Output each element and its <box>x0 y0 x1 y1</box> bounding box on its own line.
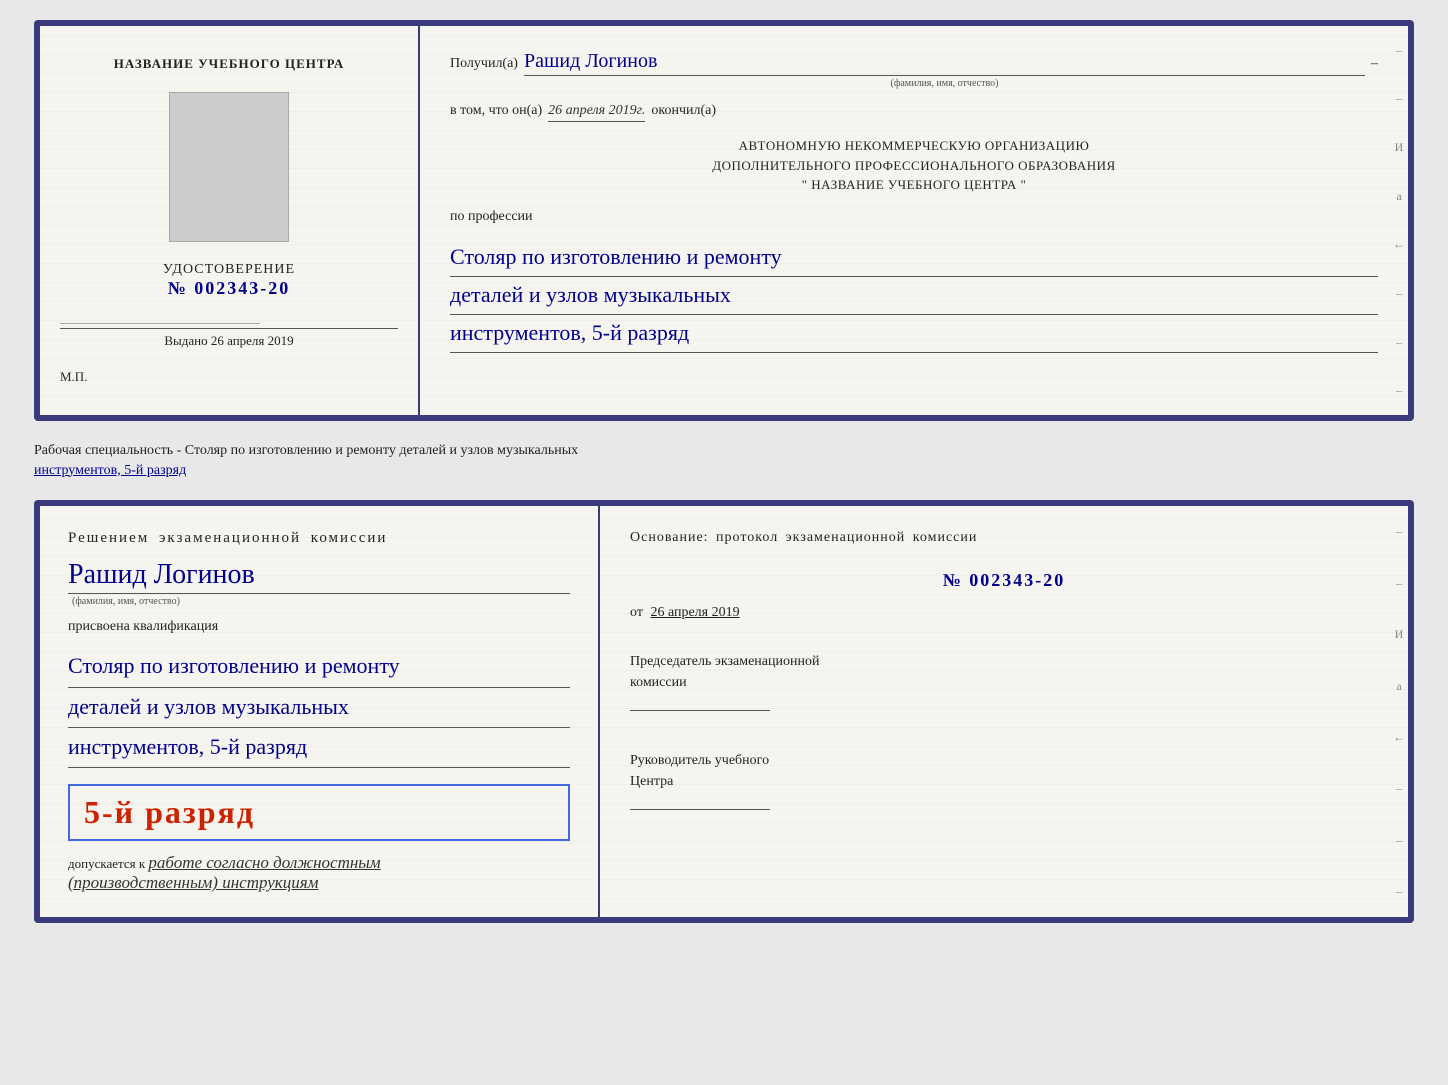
bottom-side-marks: – – И а ← – – – <box>1390 506 1408 917</box>
side-mark-1: – <box>1396 43 1402 58</box>
side-mark-4: а <box>1396 189 1401 204</box>
profession-line2: деталей и узлов музыкальных <box>450 277 1378 315</box>
udostoverenie-block: УДОСТОВЕРЕНИЕ № 002343-20 <box>163 262 295 299</box>
org-block: АВТОНОМНУЮ НЕКОММЕРЧЕСКУЮ ОРГАНИЗАЦИЮ ДО… <box>450 136 1378 195</box>
ot-date: 26 апреля 2019 <box>650 605 739 620</box>
top-cert-right: Получил(а) Рашид Логинов (фамилия, имя, … <box>420 26 1408 415</box>
rukovoditel-block: Руководитель учебного Центра <box>630 750 1378 815</box>
resheniem-label: Решением экзаменационной комиссии <box>68 530 570 547</box>
recipient-line: Получил(а) Рашид Логинов (фамилия, имя, … <box>450 50 1378 89</box>
vtom-label: в том, что он(а) <box>450 103 542 119</box>
vydano-date: 26 апреля 2019 <box>211 333 294 348</box>
grade-text: 5-й разряд <box>84 794 554 831</box>
vtom-date: 26 апреля 2019г. <box>548 103 645 122</box>
profession-text: Столяр по изготовлению и ремонту деталей… <box>450 239 1378 354</box>
org-line2: ДОПОЛНИТЕЛЬНОГО ПРОФЕССИОНАЛЬНОГО ОБРАЗО… <box>450 156 1378 176</box>
po-professii: по профессии <box>450 209 1378 225</box>
okonchil-label: окончил(а) <box>651 103 716 119</box>
bottom-person-name: Рашид Логинов <box>68 559 570 594</box>
rukovoditel-label1: Руководитель учебного <box>630 753 769 768</box>
b-side-mark-7: – <box>1396 833 1402 848</box>
b-side-mark-5: ← <box>1393 730 1405 745</box>
side-mark-2: – <box>1396 91 1402 106</box>
bottom-cert-right: Основание: протокол экзаменационной коми… <box>600 506 1408 917</box>
poluchil-label: Получил(а) <box>450 56 518 72</box>
rukovoditel-label: Руководитель учебного Центра <box>630 750 1378 792</box>
bottom-fio-sublabel: (фамилия, имя, отчество) <box>72 596 570 607</box>
photo-placeholder <box>169 92 289 242</box>
qual-line2: деталей и узлов музыкальных <box>68 688 570 728</box>
dopuskaetsya-block: допускается к работе согласно должностны… <box>68 853 570 893</box>
protocol-block: № 002343-20 <box>630 570 1378 591</box>
mp-block: М.П. <box>60 369 87 385</box>
predsedatel-label: Председатель экзаменационной комиссии <box>630 651 1378 693</box>
vydano-line: Выдано 26 апреля 2019 <box>60 328 398 349</box>
dopuskaetsya-text2: (производственным) инструкциям <box>68 873 319 892</box>
dash: – <box>1371 56 1378 72</box>
dopuskaetsya-text: работе согласно должностным <box>148 853 380 872</box>
ot-label: от <box>630 605 643 620</box>
rukovoditel-sig-line <box>630 792 770 810</box>
predsedatel-label2: комиссии <box>630 675 687 690</box>
side-mark-3: И <box>1395 140 1404 155</box>
grade-box: 5-й разряд <box>68 784 570 841</box>
vydano-block: Выдано 26 апреля 2019 <box>60 319 398 349</box>
predsedatel-sig-line <box>630 693 770 711</box>
b-side-mark-8: – <box>1396 884 1402 899</box>
bottom-person-block: Рашид Логинов (фамилия, имя, отчество) <box>68 559 570 607</box>
side-mark-5: ← <box>1393 237 1405 252</box>
recipient-block: Рашид Логинов (фамилия, имя, отчество) <box>524 50 1365 89</box>
prisvoena-label: присвоена квалификация <box>68 619 570 635</box>
fio-sublabel: (фамилия, имя, отчество) <box>524 78 1365 89</box>
udostoverenie-label: УДОСТОВЕРЕНИЕ <box>163 262 295 278</box>
profession-line1: Столяр по изготовлению и ремонту <box>450 239 1378 277</box>
separator-line2: инструментов, 5-й разряд <box>34 463 186 478</box>
b-side-mark-1: – <box>1396 524 1402 539</box>
predsedatel-block: Председатель экзаменационной комиссии <box>630 651 1378 716</box>
vydano-label: Выдано <box>164 333 207 348</box>
b-side-mark-6: – <box>1396 781 1402 796</box>
cert-number: № 002343-20 <box>163 278 295 299</box>
qual-line3: инструментов, 5-й разряд <box>68 728 570 768</box>
dopuskaetsya-label: допускается к <box>68 856 145 871</box>
protocol-number: № 002343-20 <box>630 570 1378 591</box>
separator-line1: Рабочая специальность - Столяр по изгото… <box>34 443 578 458</box>
center-title: НАЗВАНИЕ УЧЕБНОГО ЦЕНТРА <box>114 56 345 72</box>
side-mark-6: – <box>1396 286 1402 301</box>
org-line3: " НАЗВАНИЕ УЧЕБНОГО ЦЕНТРА " <box>450 175 1378 195</box>
osnov-block: Основание: протокол экзаменационной коми… <box>630 530 1378 546</box>
b-side-mark-3: И <box>1395 627 1404 642</box>
side-marks: – – И а ← – – – <box>1390 26 1408 415</box>
side-mark-7: – <box>1396 335 1402 350</box>
org-line1: АВТОНОМНУЮ НЕКОММЕРЧЕСКУЮ ОРГАНИЗАЦИЮ <box>450 136 1378 156</box>
vtom-line: в том, что он(а) 26 апреля 2019г. окончи… <box>450 103 1378 122</box>
top-cert-left: НАЗВАНИЕ УЧЕБНОГО ЦЕНТРА УДОСТОВЕРЕНИЕ №… <box>40 26 420 415</box>
rukovoditel-label2: Центра <box>630 774 673 789</box>
recipient-name: Рашид Логинов <box>524 50 1365 76</box>
qualification-text: Столяр по изготовлению и ремонту деталей… <box>68 647 570 768</box>
side-mark-8: – <box>1396 383 1402 398</box>
ot-line: от 26 апреля 2019 <box>630 605 1378 621</box>
b-side-mark-2: – <box>1396 576 1402 591</box>
b-side-mark-4: а <box>1396 679 1401 694</box>
profession-line3: инструментов, 5-й разряд <box>450 315 1378 353</box>
predsedatel-label1: Председатель экзаменационной <box>630 654 819 669</box>
separator-text: Рабочая специальность - Столяр по изгото… <box>34 437 1414 484</box>
bottom-cert-left: Решением экзаменационной комиссии Рашид … <box>40 506 600 917</box>
top-certificate: НАЗВАНИЕ УЧЕБНОГО ЦЕНТРА УДОСТОВЕРЕНИЕ №… <box>34 20 1414 421</box>
qual-line1: Столяр по изготовлению и ремонту <box>68 647 570 687</box>
bottom-certificate: Решением экзаменационной комиссии Рашид … <box>34 500 1414 923</box>
